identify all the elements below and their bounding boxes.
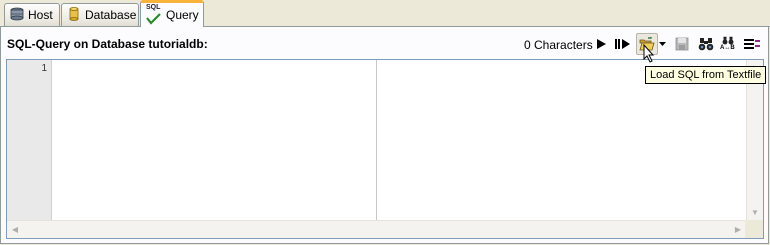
sql-query-icon: SQL [146, 4, 162, 25]
page-title: SQL-Query on Database tutorialdb: [7, 37, 208, 51]
save-icon [675, 37, 689, 51]
replace-icon-text: A↔B [720, 45, 735, 51]
tab-host-label: Host [28, 8, 53, 22]
scroll-right-icon[interactable]: ▶ [730, 221, 746, 237]
binoculars-icon [698, 38, 714, 51]
tab-host[interactable]: Host [4, 3, 60, 26]
replace-button[interactable]: A↔B [717, 33, 739, 55]
wrap-button[interactable] [741, 33, 763, 55]
find-replace-icon: A↔B [720, 36, 736, 52]
play-icon [597, 39, 606, 49]
tab-query-label: Query [166, 8, 199, 22]
sql-icon-text: SQL [146, 4, 161, 11]
load-sql-dropdown[interactable] [656, 33, 668, 55]
scrollbar-corner [745, 220, 763, 238]
scroll-down-icon[interactable]: ▼ [747, 204, 763, 220]
save-button[interactable] [671, 33, 693, 55]
tooltip: Load SQL from Textfile [645, 66, 767, 84]
tab-query[interactable]: SQL Query [140, 0, 204, 27]
character-count: 0 Characters [524, 38, 593, 52]
sql-editor[interactable]: 1 ▲ ▼ ◀ ▶ [6, 59, 764, 239]
tab-database-label: Database [85, 8, 137, 22]
tab-bar: Host Database SQL Query [0, 0, 770, 27]
line-number: 1 [41, 63, 47, 74]
tab-database[interactable]: Database [61, 3, 139, 26]
mouse-cursor-icon [643, 43, 655, 67]
run-button[interactable] [590, 33, 612, 55]
run-selection-icon [615, 39, 630, 49]
horizontal-scrollbar[interactable]: ◀ ▶ [7, 220, 746, 238]
scroll-left-icon[interactable]: ◀ [7, 221, 23, 237]
right-margin-line [376, 60, 377, 220]
host-icon [10, 7, 24, 24]
find-button[interactable] [695, 33, 717, 55]
run-selection-button[interactable] [612, 33, 634, 55]
word-wrap-icon [744, 39, 760, 49]
database-icon [67, 6, 81, 24]
line-number-gutter: 1 [7, 60, 52, 220]
vertical-scrollbar[interactable]: ▲ ▼ [746, 60, 763, 220]
dropdown-arrow-icon [658, 42, 666, 46]
